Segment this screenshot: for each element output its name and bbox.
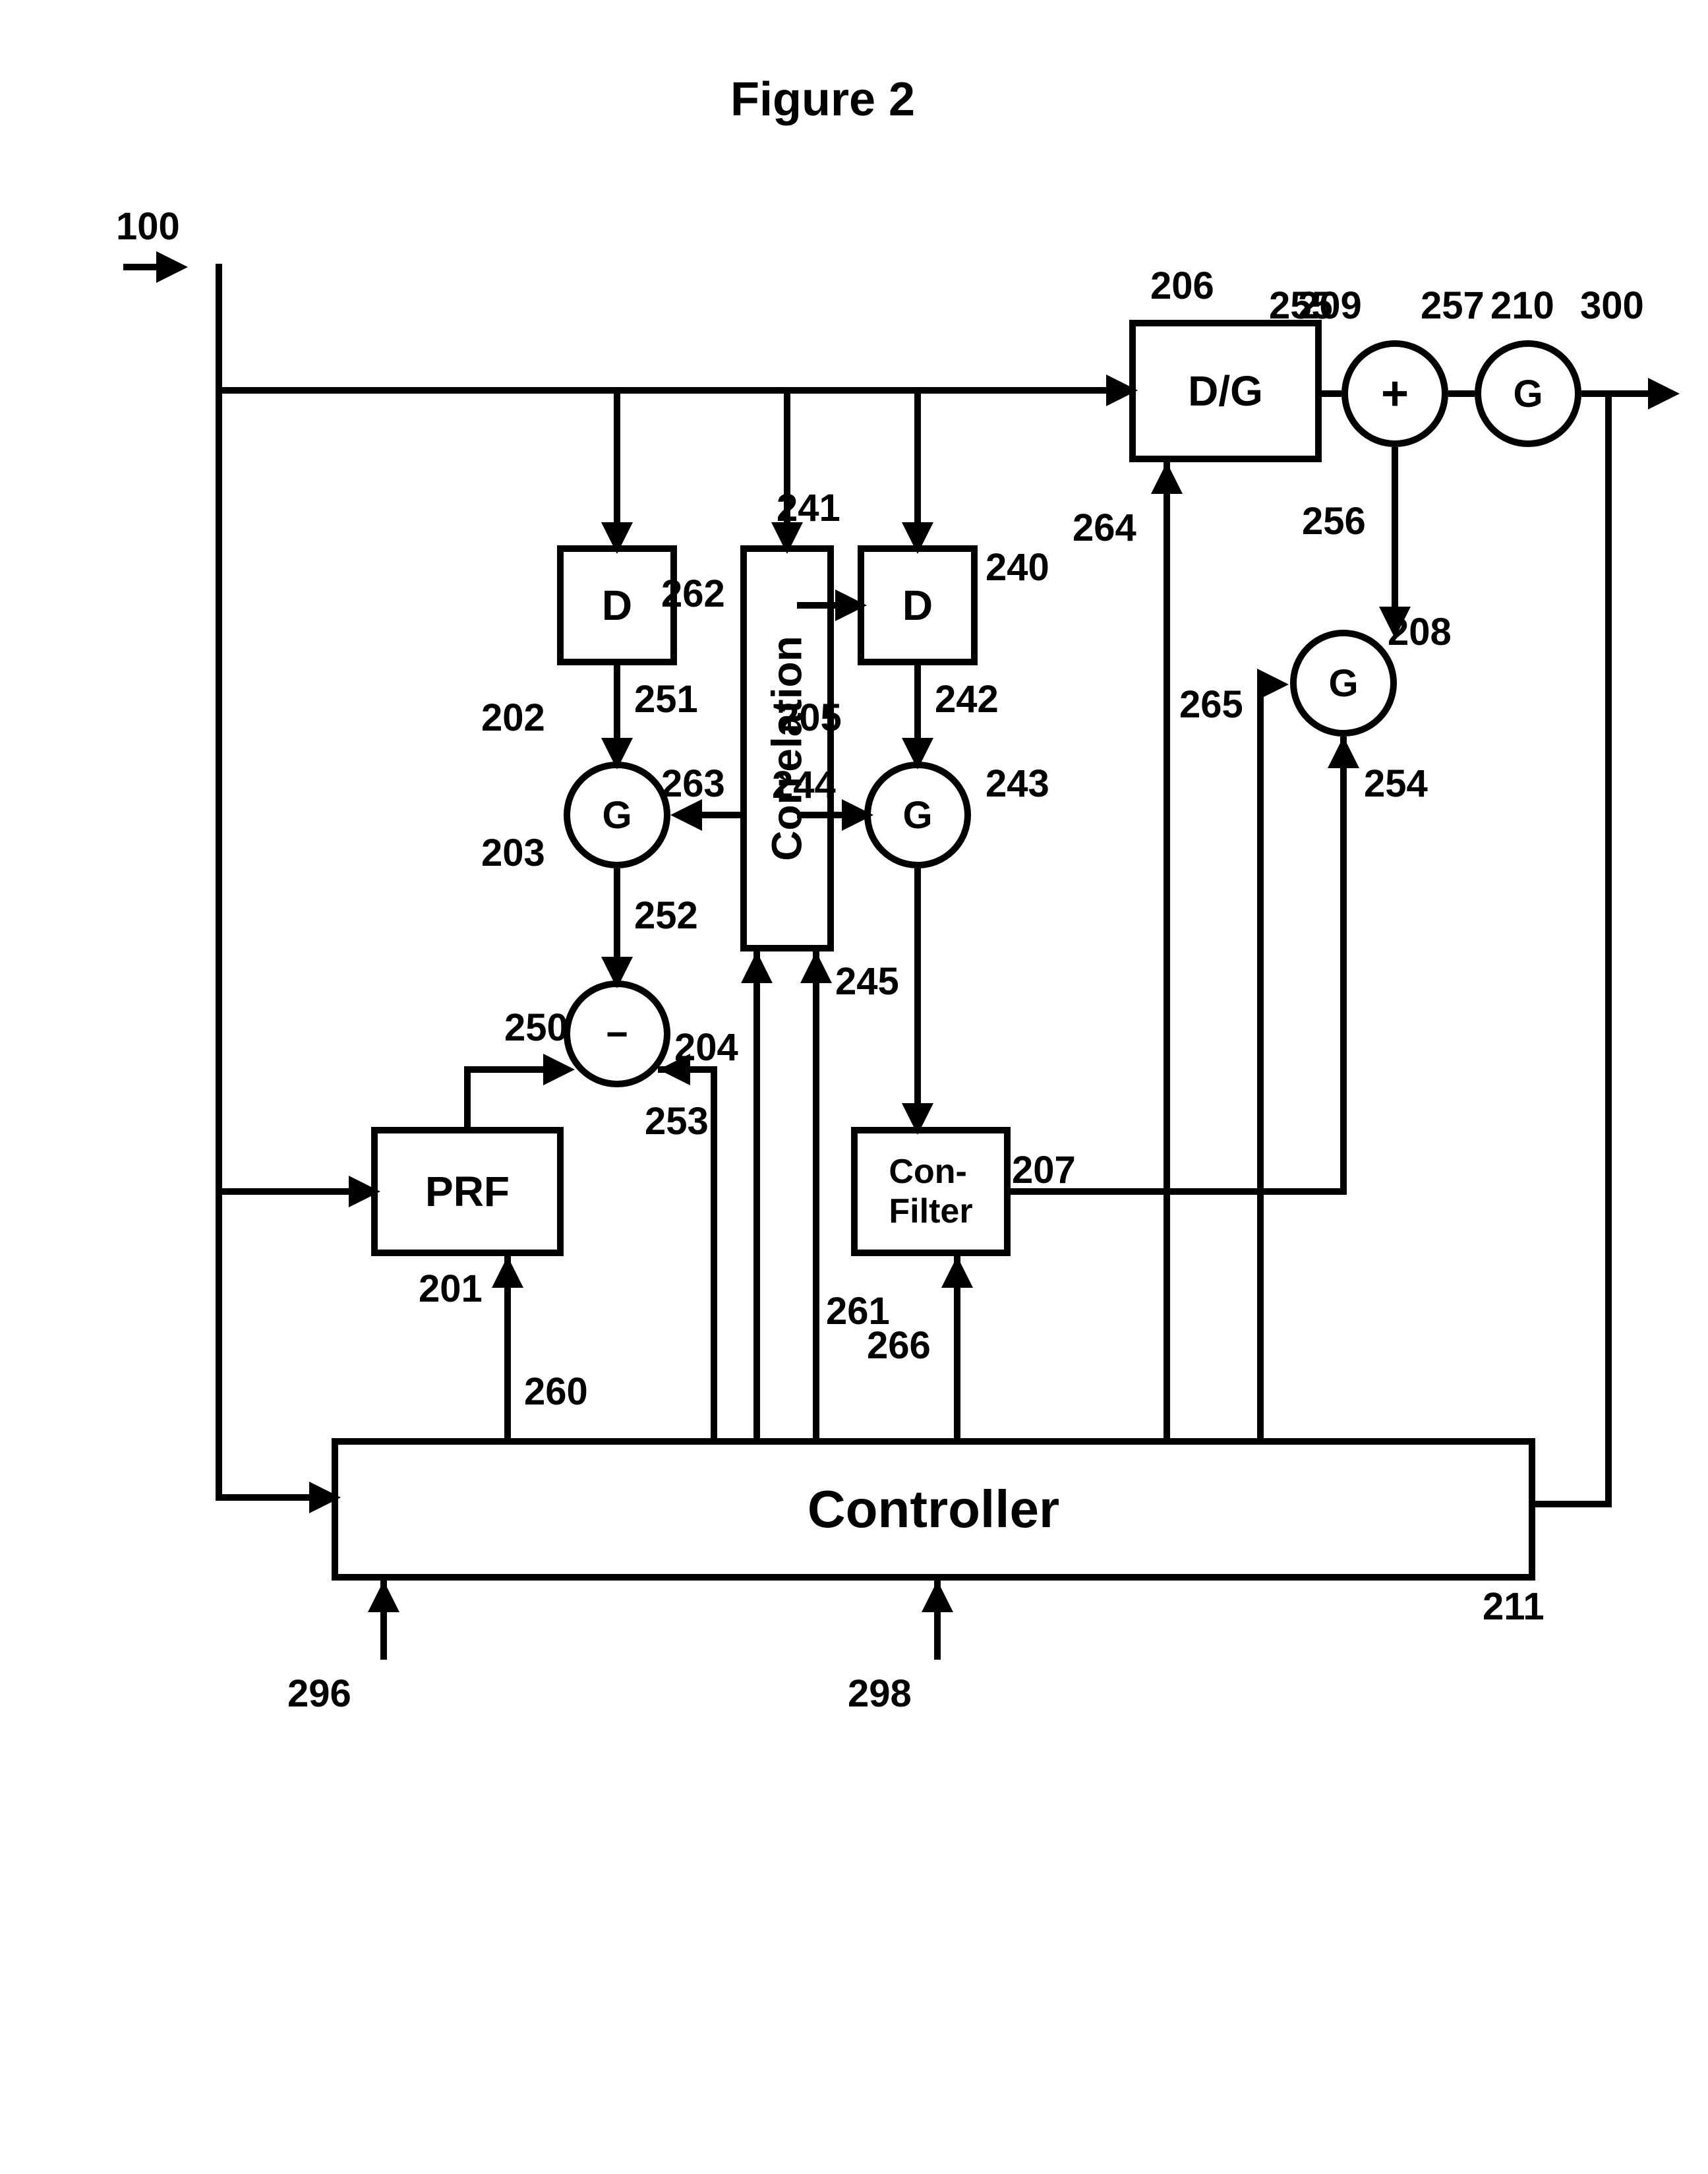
label-202: 202 — [481, 696, 545, 740]
line — [216, 264, 222, 1498]
arrow-icon — [1151, 462, 1183, 494]
circle-g-208: G — [1290, 630, 1397, 737]
label-254: 254 — [1364, 762, 1428, 806]
label-251: 251 — [634, 677, 698, 721]
arrow-icon — [368, 1581, 399, 1612]
diagram-canvas: Figure 2 D/G D D Correlation PRF Con- Fi… — [0, 0, 1708, 2174]
line — [216, 1494, 309, 1501]
label-242: 242 — [935, 677, 999, 721]
circle-g-210: G — [1475, 340, 1581, 447]
line — [1257, 681, 1264, 1438]
arrow-icon — [349, 1176, 380, 1207]
line — [1605, 390, 1612, 1501]
arrow-icon — [800, 951, 832, 983]
circle-plus: + — [1341, 340, 1448, 447]
arrow-icon — [1648, 378, 1680, 409]
label-100: 100 — [116, 204, 180, 249]
arrow-icon — [835, 589, 867, 621]
arrow-icon — [941, 1256, 973, 1288]
label-252: 252 — [634, 893, 698, 938]
circle-g-243: G — [864, 762, 971, 868]
arrow-icon — [156, 251, 188, 283]
label-206: 206 — [1150, 264, 1214, 308]
line — [614, 665, 620, 738]
arrow-icon — [492, 1256, 523, 1288]
arrow-icon — [902, 738, 933, 770]
label-257: 257 — [1421, 284, 1485, 328]
label-298: 298 — [848, 1672, 912, 1716]
block-dg: D/G — [1129, 320, 1322, 462]
line — [1581, 390, 1654, 397]
label-205: 205 — [778, 696, 842, 740]
label-211: 211 — [1483, 1585, 1545, 1629]
label-262: 262 — [661, 572, 725, 616]
arrow-icon — [902, 522, 933, 554]
arrow-icon — [741, 951, 773, 983]
label-203: 203 — [481, 831, 545, 875]
line — [1448, 390, 1475, 397]
line — [797, 602, 835, 609]
label-264: 264 — [1073, 506, 1136, 550]
block-prf: PRF — [371, 1127, 564, 1256]
arrow-icon — [601, 738, 633, 770]
label-266: 266 — [867, 1323, 931, 1368]
line — [753, 951, 760, 1438]
arrow-icon — [1328, 737, 1359, 768]
line — [1340, 737, 1347, 1195]
arrow-icon — [1106, 375, 1138, 406]
label-204: 204 — [674, 1025, 738, 1070]
label-244: 244 — [772, 763, 836, 807]
line — [123, 264, 156, 270]
line — [711, 1066, 717, 1438]
label-253: 253 — [645, 1099, 709, 1143]
line — [216, 1188, 349, 1195]
figure-title: Figure 2 — [730, 73, 915, 127]
line — [914, 387, 921, 522]
block-d-left: D — [557, 545, 677, 665]
line — [614, 387, 620, 522]
block-d-right: D — [858, 545, 978, 665]
label-265: 265 — [1179, 682, 1243, 727]
circle-minus: − — [564, 981, 670, 1087]
line — [797, 812, 842, 818]
line — [813, 951, 819, 1438]
label-207: 207 — [1012, 1148, 1076, 1192]
label-255: 255 — [1269, 284, 1333, 328]
label-243: 243 — [986, 762, 1049, 806]
label-300: 300 — [1580, 284, 1644, 328]
label-208: 208 — [1388, 610, 1452, 654]
circle-g-203: G — [564, 762, 670, 868]
line — [614, 868, 620, 957]
line — [914, 665, 921, 738]
label-263: 263 — [661, 762, 725, 806]
block-controller: Controller — [332, 1438, 1535, 1581]
line — [216, 387, 1129, 394]
label-245: 245 — [835, 959, 899, 1004]
label-260: 260 — [524, 1370, 588, 1414]
arrow-icon — [601, 957, 633, 988]
line — [1535, 1501, 1612, 1507]
label-210: 210 — [1490, 284, 1554, 328]
arrow-icon — [543, 1054, 575, 1085]
arrow-icon — [842, 799, 873, 831]
arrow-icon — [1257, 669, 1289, 700]
line — [1163, 462, 1170, 1438]
block-con-filter: Con- Filter — [851, 1127, 1011, 1256]
label-250: 250 — [504, 1006, 568, 1050]
label-201: 201 — [419, 1267, 483, 1311]
line — [464, 1066, 471, 1127]
label-240: 240 — [986, 545, 1049, 589]
arrow-icon — [902, 1103, 933, 1135]
label-296: 296 — [287, 1672, 351, 1716]
arrow-icon — [309, 1482, 341, 1513]
arrow-icon — [922, 1581, 953, 1612]
line — [1322, 390, 1341, 397]
label-241: 241 — [777, 486, 840, 530]
line — [697, 812, 743, 818]
line — [914, 868, 921, 1103]
line — [464, 1066, 543, 1073]
line — [1392, 447, 1398, 607]
label-256: 256 — [1302, 499, 1366, 543]
arrow-icon — [601, 522, 633, 554]
